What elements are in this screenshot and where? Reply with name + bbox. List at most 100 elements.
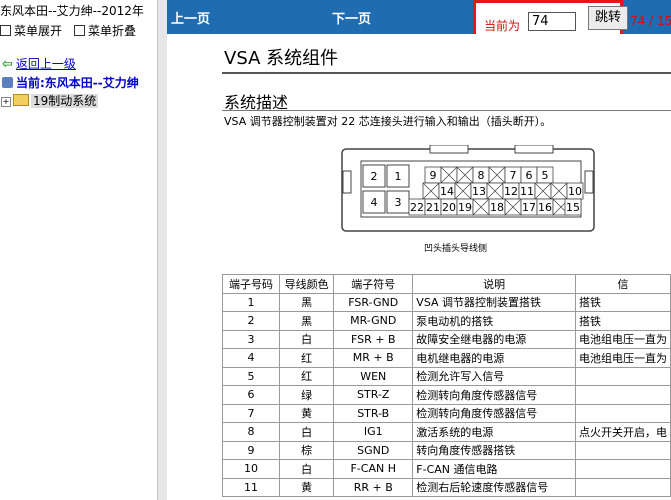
expand-plus-icon[interactable]: + [1,97,11,107]
pin-label: 2 [371,170,378,183]
pin-label: 5 [542,169,549,182]
table-cell: 4 [221,348,281,368]
table-cell: 白 [279,329,335,349]
table-cell: 9 [221,440,281,460]
table-cell: 红 [279,366,335,386]
pin-label: 8 [478,169,485,182]
table-row: 7 黄 STR-B 检测转向角度传感器信号 [221,403,671,423]
table-cell: 黄 [279,403,335,423]
pin-label: 9 [430,169,437,182]
table-cell [574,403,671,423]
table-cell: 白 [279,422,335,442]
column-header: 信 [574,274,671,294]
tree-panel: 东风本田--艾力绅--2012年 菜单展开 菜单折叠 ⇦ 返回上一级 当前:东风本… [0,0,157,500]
table-cell: 电池组电压一直为 [574,329,671,349]
back-link[interactable]: ⇦ 返回上一级 [2,55,76,72]
pin-label: 20 [442,201,456,214]
table-row: 4 红 MR + B 电机继电器的电源 电池组电压一直为 [221,348,671,368]
table-cell: FSR-GND [333,292,414,312]
table-cell: VSA 调节器控制装置搭铁 [412,292,576,312]
pin-label: 19 [458,201,472,214]
table-cell: 检测允许写入信号 [412,366,576,386]
connector-key [429,145,469,154]
table-cell: MR-GND [333,311,414,331]
table-cell: 转向角度传感器搭铁 [412,440,576,460]
pin-label: 22 [410,201,424,214]
table-row: 3 白 FSR + B 故障安全继电器的电源 电池组电压一直为 [221,329,671,349]
table-cell: 搭铁 [574,292,671,312]
table-row: 11 黄 RR + B 检测右后轮速度传感器信号 [221,477,671,497]
table-header-row: 端子号码 导线颜色 端子符号 说明信 [221,274,671,294]
table-cell [574,366,671,386]
connector-key [514,145,554,154]
table-cell: 黑 [279,292,335,312]
table-cell: RR + B [333,477,414,497]
table-row: 10 白 F-CAN H F-CAN 通信电路 [221,459,671,479]
table-cell: 搭铁 [574,311,671,331]
table-cell: FSR + B [333,329,414,349]
table-cell [574,459,671,479]
table-cell: 7 [221,403,281,423]
table-cell: STR-Z [333,385,414,405]
table-cell: 2 [221,311,281,331]
computer-icon [2,77,13,88]
table-cell: 检测右后轮速度传感器信号 [412,477,576,497]
pin-label: 18 [490,201,504,214]
pin-table: 端子号码 导线颜色 端子符号 说明信 1 黑 FSR-GND VSA 调节器控制装置搭铁 搭铁… [221,274,671,497]
table-cell: 黄 [279,477,335,497]
folder-icon [13,94,29,106]
table-cell: STR-B [333,403,414,423]
table-cell: 电机继电器的电源 [412,348,576,368]
table-cell: 11 [221,477,281,497]
table-row: 8 白 IG1 激活系统的电源 点火开关开启，电 [221,422,671,442]
table-cell: 泵电动机的搭铁 [412,311,576,331]
prev-page-button[interactable]: 上一页 [171,8,210,27]
table-cell: 3 [221,329,281,349]
table-cell [574,385,671,405]
menu-icon [0,25,11,36]
table-row: 5 红 WEN 检测允许写入信号 [221,366,671,386]
table-cell: 棕 [279,440,335,460]
pin-label: 17 [522,201,536,214]
column-header: 说明 [412,274,576,294]
pin-label: 10 [568,185,582,198]
table-cell: 红 [279,348,335,368]
table-cell: IG1 [333,422,414,442]
back-link-label: 返回上一级 [15,57,76,71]
page-title: VSA 系统组件 [224,48,339,69]
table-cell: SGND [333,440,414,460]
menu-icon [74,25,85,36]
pin-label: 16 [538,201,552,214]
table-cell: 电池组电压一直为 [574,348,671,368]
pin-label: 7 [510,169,517,182]
table-cell: F-CAN H [333,459,414,479]
table-cell [574,477,671,497]
jump-button[interactable]: 跳转 [588,6,628,30]
window-title: 东风本田--艾力绅--2012年 [0,4,144,18]
expand-menu-button[interactable]: 菜单展开 [0,22,62,39]
back-arrow-icon: ⇦ [2,57,13,72]
title-rule [222,72,671,74]
pin-label: 12 [504,185,518,198]
table-row: 9 棕 SGND 转向角度传感器搭铁 [221,440,671,460]
table-cell: MR + B [333,348,414,368]
pin-label: 6 [526,169,533,182]
table-cell: F-CAN 通信电路 [412,459,576,479]
page-number-input[interactable] [528,12,576,31]
tree-node-brake-system[interactable]: +19制动系统 [1,92,99,109]
page-count: 74 / 15 [630,14,671,28]
section-description: VSA 调节器控制装置对 22 芯连接头进行输入和输出（插头断开）。 [224,115,552,128]
pin-label: 14 [440,185,454,198]
table-cell: 5 [221,366,281,386]
table-cell: 点火开关开启，电 [574,422,671,442]
table-cell: 1 [221,292,281,312]
next-page-button[interactable]: 下一页 [332,8,371,27]
pin-label: 15 [566,201,580,214]
collapse-menu-button[interactable]: 菜单折叠 [74,22,136,39]
table-row: 2 黑 MR-GND 泵电动机的搭铁 搭铁 [221,311,671,331]
current-page-label: 当前为 [484,19,521,33]
table-cell: WEN [333,366,414,386]
pin-label: 1 [395,170,402,183]
table-cell: 故障安全继电器的电源 [412,329,576,349]
tree-node-label: 19制动系统 [31,94,99,108]
